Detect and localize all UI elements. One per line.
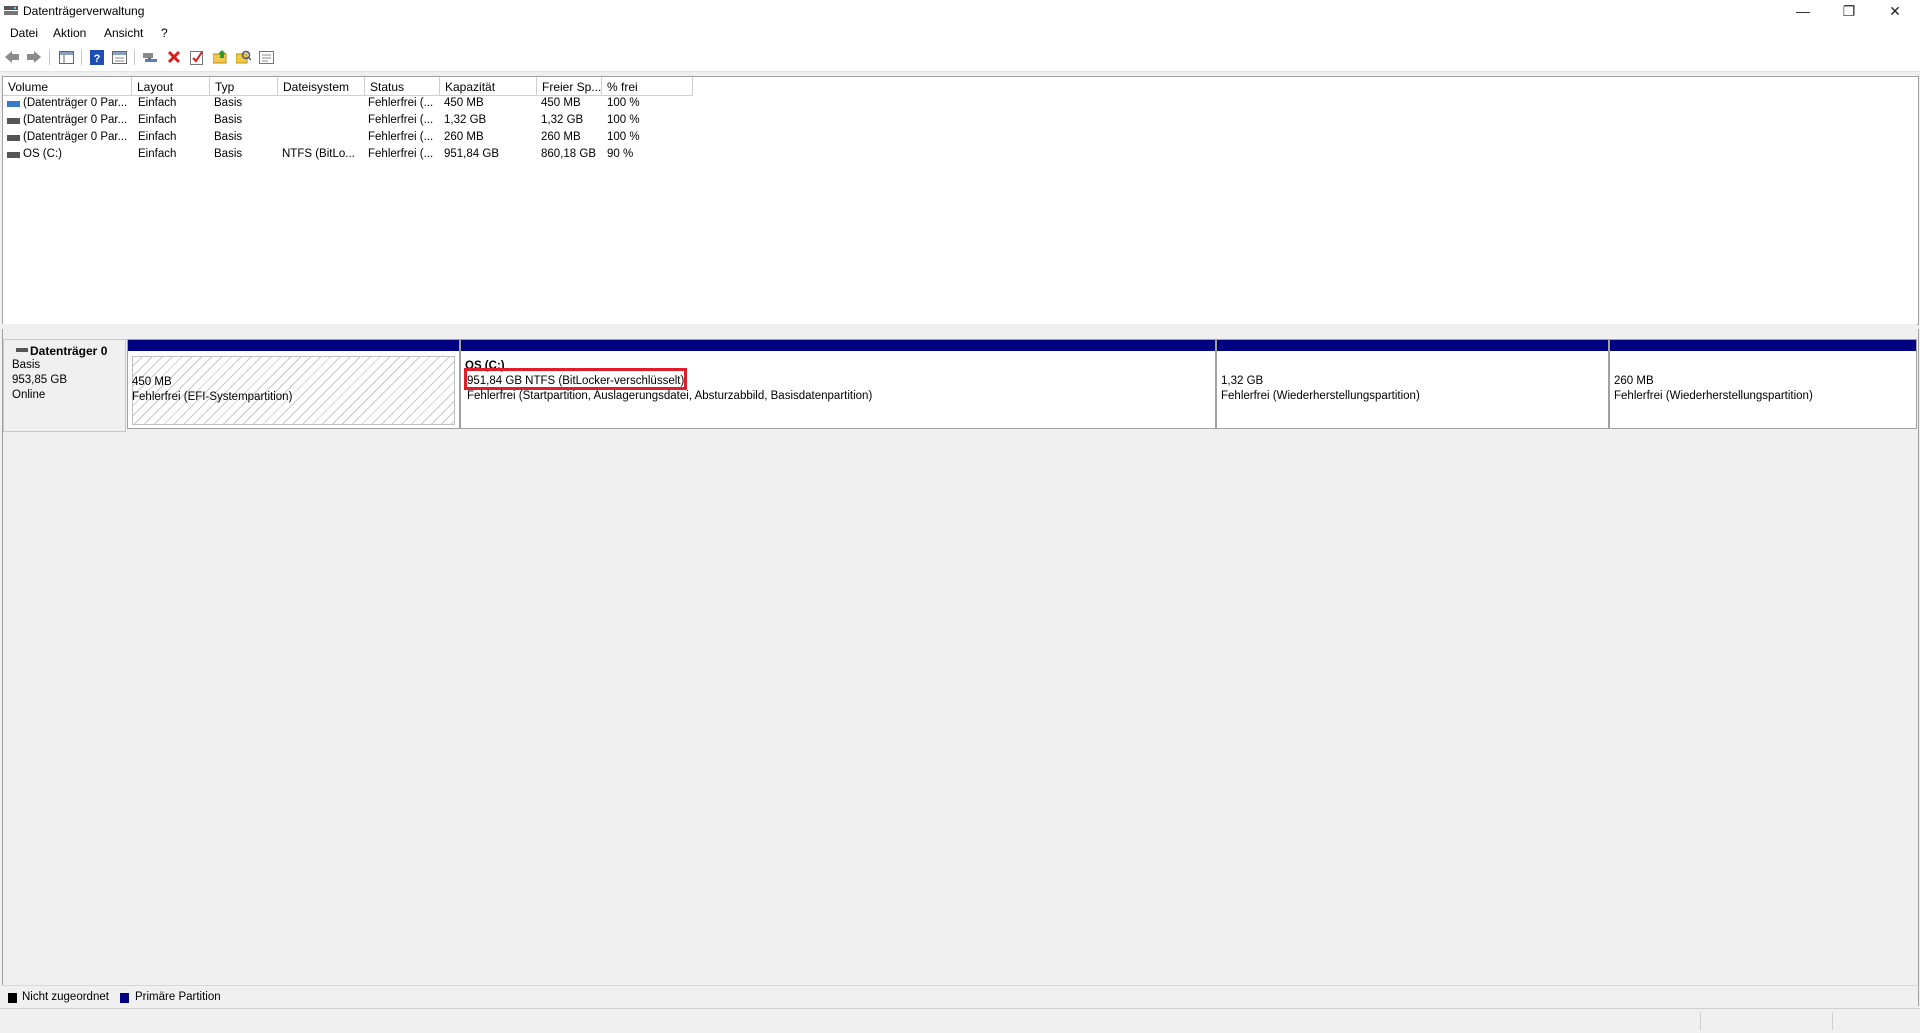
table-row[interactable]: OS (C:) Einfach Basis NTFS (BitLo... Feh…	[3, 147, 683, 164]
column-header-typ[interactable]: Typ	[210, 77, 278, 96]
disk-0-label[interactable]: Datenträger 0 Basis 953,85 GB Online	[3, 339, 126, 432]
legend: Nicht zugeordnet Primäre Partition	[2, 985, 1917, 1008]
svg-text:?: ?	[94, 53, 101, 65]
disk-size: 953,85 GB	[12, 374, 67, 386]
column-header-prozent-frei[interactable]: % frei	[602, 77, 693, 96]
column-header-status[interactable]: Status	[365, 77, 440, 96]
toolbar: ?	[0, 44, 1920, 72]
menu-aktion[interactable]: Aktion	[53, 26, 86, 40]
help-icon[interactable]: ?	[89, 49, 105, 65]
window-title: Datenträgerverwaltung	[23, 4, 145, 18]
disk-state: Online	[12, 389, 46, 401]
restore-button[interactable]: ❐	[1826, 0, 1872, 22]
menu-ansicht[interactable]: Ansicht	[104, 26, 143, 40]
column-header-dateisystem[interactable]: Dateisystem	[278, 77, 365, 96]
primary-partition-bar	[1217, 340, 1608, 351]
menu-bar: Datei Aktion Ansicht ?	[0, 22, 1920, 44]
legend-unallocated-swatch	[8, 993, 17, 1003]
partition-status: Fehlerfrei (Wiederherstellungspartition)	[1614, 390, 1813, 402]
primary-partition-bar	[128, 340, 459, 351]
menu-datei[interactable]: Datei	[10, 26, 38, 40]
primary-partition-bar	[461, 340, 1215, 351]
back-icon[interactable]	[4, 49, 20, 65]
properties-icon[interactable]	[111, 49, 127, 65]
disk-graphical-view	[2, 329, 1919, 1006]
connect-icon[interactable]	[142, 49, 158, 65]
highlight-box	[464, 368, 687, 390]
partition-status: Fehlerfrei (Wiederherstellungspartition)	[1221, 390, 1420, 402]
menu-help[interactable]: ?	[161, 26, 168, 40]
restore-icon: ❐	[1842, 2, 1856, 19]
check-icon[interactable]	[189, 49, 205, 65]
volume-icon	[7, 118, 20, 124]
minimize-icon: —	[1796, 3, 1810, 19]
disk-management-app-icon	[4, 6, 18, 15]
table-row[interactable]: (Datenträger 0 Par... Einfach Basis Fehl…	[3, 96, 683, 113]
volume-icon	[7, 152, 20, 158]
table-row[interactable]: (Datenträger 0 Par... Einfach Basis Fehl…	[3, 130, 683, 147]
console-tree-icon[interactable]	[58, 49, 74, 65]
table-row[interactable]: (Datenträger 0 Par... Einfach Basis Fehl…	[3, 113, 683, 130]
column-header-kapazitaet[interactable]: Kapazität	[440, 77, 537, 96]
search-icon[interactable]	[235, 49, 251, 65]
title-bar: Datenträgerverwaltung — ❐ ✕	[0, 0, 1920, 22]
partition-os-c[interactable]: OS (C:) 951,84 GB NTFS (BitLocker-versch…	[460, 339, 1216, 429]
column-header-volume[interactable]: Volume	[3, 77, 132, 96]
partition-size: 1,32 GB	[1221, 375, 1264, 387]
close-icon: ✕	[1889, 2, 1901, 19]
partition-recovery-2[interactable]: 260 MB Fehlerfrei (Wiederherstellungspar…	[1609, 339, 1917, 429]
view-icon[interactable]	[258, 49, 274, 65]
status-separator	[1832, 1012, 1833, 1030]
forward-icon[interactable]	[26, 49, 42, 65]
legend-unallocated-label: Nicht zugeordnet	[22, 991, 109, 1003]
partition-size: 260 MB	[1614, 375, 1654, 387]
legend-primary-swatch	[120, 993, 129, 1003]
partition-recovery-1[interactable]: 1,32 GB Fehlerfrei (Wiederherstellungspa…	[1216, 339, 1609, 429]
new-folder-icon[interactable]	[212, 49, 228, 65]
disk-type: Basis	[12, 359, 41, 371]
column-header-layout[interactable]: Layout	[132, 77, 210, 96]
status-separator	[1700, 1012, 1701, 1030]
disk-icon	[16, 348, 28, 352]
partition-efi[interactable]: 450 MB Fehlerfrei (EFI-Systempartition)	[127, 339, 460, 429]
partition-status: Fehlerfrei (Startpartition, Auslagerungs…	[467, 390, 873, 402]
toolbar-separator	[134, 50, 135, 65]
toolbar-separator	[81, 50, 82, 65]
legend-primary-label: Primäre Partition	[135, 991, 221, 1003]
primary-partition-bar	[1610, 340, 1916, 351]
status-bar	[0, 1008, 1920, 1033]
toolbar-separator	[49, 50, 50, 65]
disk-name: Datenträger 0	[30, 344, 108, 358]
volume-icon	[7, 101, 20, 107]
volume-list[interactable]: Volume Layout Typ Dateisystem Status Kap…	[2, 76, 1919, 325]
volume-icon	[7, 135, 20, 141]
minimize-button[interactable]: —	[1780, 0, 1826, 22]
column-header-freier-speicher[interactable]: Freier Sp...	[537, 77, 602, 96]
delete-icon[interactable]	[166, 49, 182, 65]
close-button[interactable]: ✕	[1872, 0, 1918, 22]
partition-size: 450 MB	[132, 376, 172, 388]
partition-status: Fehlerfrei (EFI-Systempartition)	[132, 391, 293, 403]
